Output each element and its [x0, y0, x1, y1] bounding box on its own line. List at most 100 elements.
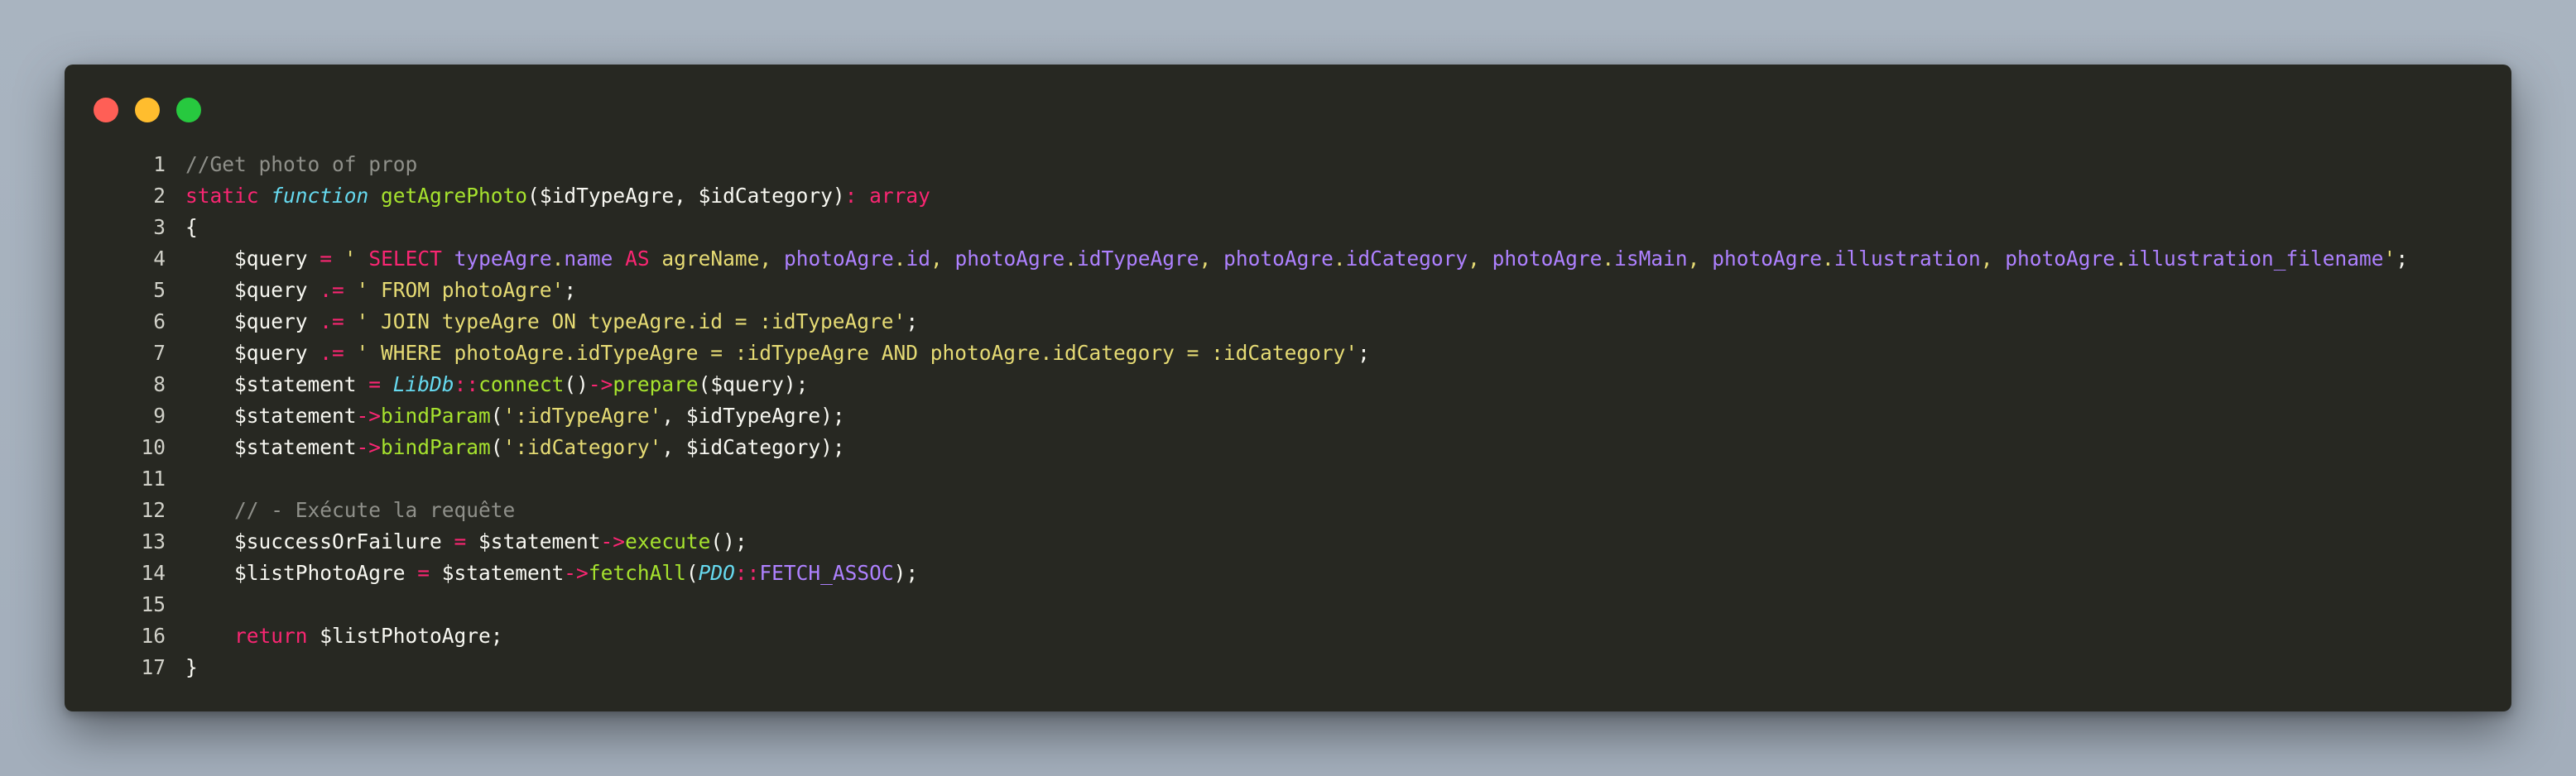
code-line: 12 // - Exécute la requête [65, 495, 2511, 526]
line-source: $query .= ' FROM photoAgre'; [185, 275, 576, 306]
code-token: AS [625, 247, 650, 271]
line-number: 2 [153, 184, 166, 208]
code-token: ( [685, 561, 699, 585]
line-number: 15 [141, 592, 166, 616]
line-source: $query .= ' JOIN typeAgre ON typeAgre.id… [185, 306, 918, 338]
code-token: -> [356, 435, 382, 459]
code-token: .= [320, 309, 344, 333]
code-line: 4 $query = ' SELECT typeAgre.name AS agr… [65, 243, 2511, 275]
code-line: 9 $statement->bindParam(':idTypeAgre', $… [65, 400, 2511, 432]
code-token: fetchAll [588, 561, 686, 585]
line-source: $query .= ' WHERE photoAgre.idTypeAgre =… [185, 338, 1370, 369]
code-token: $listPhotoAgre; [307, 624, 503, 648]
line-source: static function getAgrePhoto($idTypeAgre… [185, 180, 930, 212]
code-token: ($idTypeAgre, $idCategory) [527, 184, 845, 208]
code-token: photoAgre [1223, 247, 1334, 271]
code-line: 7 $query .= ' WHERE photoAgre.idTypeAgre… [65, 338, 2511, 369]
line-source: $statement->bindParam(':idTypeAgre', $id… [185, 400, 845, 432]
code-token: idTypeAgre [1077, 247, 1199, 271]
line-source: } [185, 652, 198, 683]
code-token: . [893, 247, 906, 271]
line-number: 12 [141, 498, 166, 522]
code-line: 1 //Get photo of prop [65, 149, 2511, 180]
code-token: idCategory [1345, 247, 1468, 271]
code-token: $successOrFailure [185, 529, 454, 553]
code-token: ($query); [698, 372, 809, 396]
code-line: 13 $successOrFailure = $statement->execu… [65, 526, 2511, 558]
code-token: ':idCategory' [502, 435, 662, 459]
line-number: 17 [141, 655, 166, 679]
code-token: execute [625, 529, 711, 553]
code-token: , [1980, 247, 2006, 271]
code-token: , $idTypeAgre); [661, 404, 845, 428]
line-source: $statement->bindParam(':idCategory', $id… [185, 432, 845, 463]
line-source: $statement = LibDb::connect()->prepare($… [185, 369, 808, 400]
code-line: 5 $query .= ' FROM photoAgre'; [65, 275, 2511, 306]
code-token: = [320, 247, 333, 271]
code-token: ; [906, 309, 919, 333]
code-token: , [1199, 247, 1224, 271]
code-token: PDO [698, 561, 735, 585]
line-number: 9 [153, 404, 166, 428]
code-token: $statement [185, 404, 357, 428]
code-token: . [1821, 247, 1834, 271]
code-token: bindParam [381, 435, 491, 459]
code-token: . [1065, 247, 1078, 271]
line-source: $listPhotoAgre = $statement->fetchAll(PD… [185, 558, 918, 589]
maximize-window-button[interactable] [176, 98, 201, 122]
code-token: $statement [185, 435, 357, 459]
code-token: -> [588, 372, 613, 396]
code-token: prepare [613, 372, 699, 396]
code-token: connect [478, 372, 565, 396]
line-number: 8 [153, 372, 166, 396]
code-token: -> [600, 529, 626, 553]
line-source: return $listPhotoAgre; [185, 620, 503, 652]
code-window: 1 //Get photo of prop 2 static function get… [65, 65, 2511, 711]
code-token: . [2115, 247, 2127, 271]
code-block: 1 //Get photo of prop 2 static function get… [65, 149, 2511, 683]
code-token: photoAgre [954, 247, 1065, 271]
code-token: ' [344, 247, 369, 271]
code-token: getAgrePhoto [381, 184, 528, 208]
code-token: $statement [430, 561, 565, 585]
line-number: 13 [141, 529, 166, 553]
code-token: illustration [1833, 247, 1981, 271]
code-token: agreName, [649, 247, 784, 271]
line-number: 1 [153, 152, 166, 176]
code-token: ( [490, 435, 503, 459]
code-token: $query [185, 247, 320, 271]
code-line: 6 $query .= ' JOIN typeAgre ON typeAgre.… [65, 306, 2511, 338]
code-line: 17} [65, 652, 2511, 683]
code-token: illustration_filename [2127, 247, 2384, 271]
code-token: function [271, 184, 369, 208]
code-token: { [185, 215, 198, 239]
code-token: return [234, 624, 308, 648]
code-token: , $idCategory); [661, 435, 845, 459]
close-window-button[interactable] [94, 98, 118, 122]
code-token: . [1333, 247, 1346, 271]
line-number: 5 [153, 278, 166, 302]
line-number: 3 [153, 215, 166, 239]
code-token: , [930, 247, 955, 271]
code-token: $query [185, 278, 320, 302]
code-token: () [564, 372, 589, 396]
code-token: ; [564, 278, 577, 302]
minimize-window-button[interactable] [135, 98, 160, 122]
code-token: SELECT [368, 247, 442, 271]
code-line: 14 $listPhotoAgre = $statement->fetchAll… [65, 558, 2511, 589]
code-line: 15 [65, 589, 2511, 620]
code-token: ; [2396, 247, 2409, 271]
code-line: 8 $statement = LibDb::connect()->prepare… [65, 369, 2511, 400]
code-line: 11 [65, 463, 2511, 495]
code-token: , [1468, 247, 1492, 271]
code-token: . [551, 247, 565, 271]
line-source: { [185, 212, 198, 243]
code-line: 10 $statement->bindParam(':idCategory', … [65, 432, 2511, 463]
code-token: isMain [1614, 247, 1688, 271]
